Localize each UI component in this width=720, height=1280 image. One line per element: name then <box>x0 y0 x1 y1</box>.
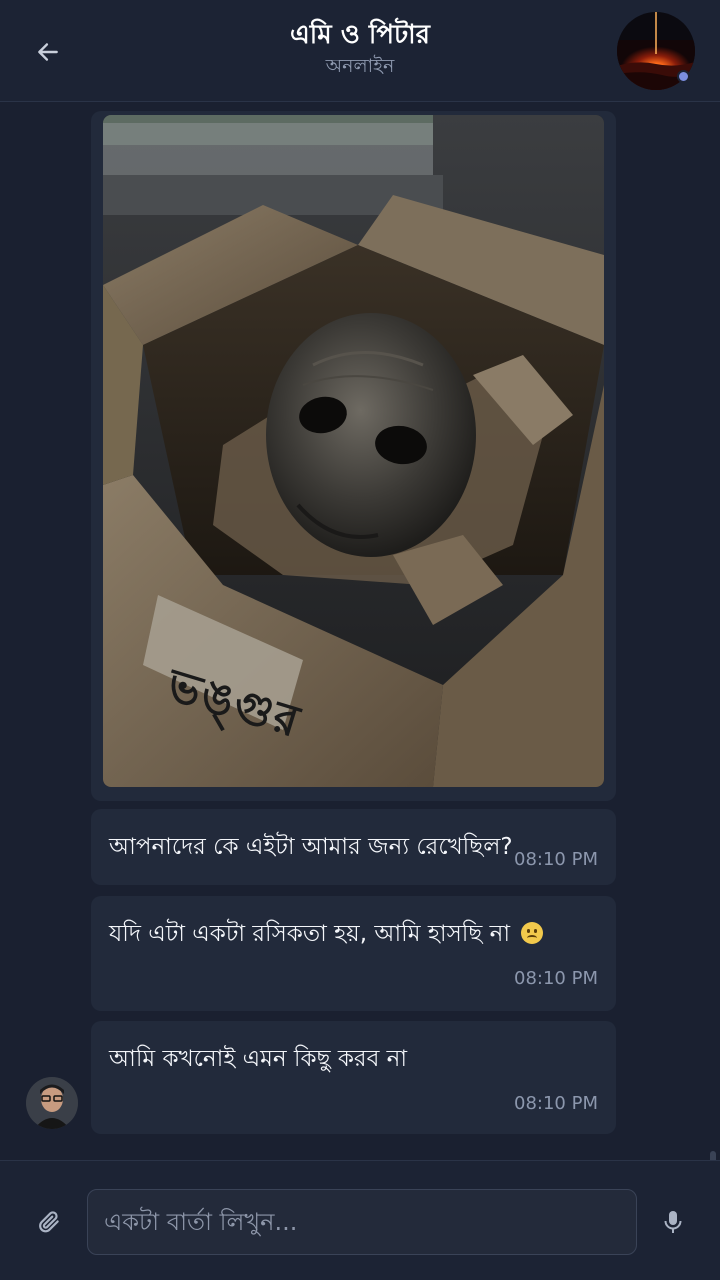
attach-button[interactable] <box>32 1205 66 1239</box>
arrow-left-icon <box>38 43 58 61</box>
message-bubble[interactable]: আপনাদের কে এইটা আমার জন্য রেখেছিল? 08:10… <box>91 809 616 885</box>
microphone-button[interactable] <box>656 1205 690 1239</box>
message-text: যদি এটা একটা রসিকতা হয়, আমি হাসছি না <box>109 921 511 947</box>
image-message[interactable]: ভঙ্গুর <box>91 111 616 801</box>
message-bubble[interactable]: যদি এটা একটা রসিকতা হয়, আমি হাসছি না 08… <box>91 896 616 1011</box>
back-button[interactable] <box>30 34 66 70</box>
message-composer <box>0 1160 720 1280</box>
message-text-wrap: যদি এটা একটা রসিকতা হয়, আমি হাসছি না <box>109 914 598 954</box>
chat-header: এমি ও পিটার অনলাইন <box>0 0 720 102</box>
message-text: আমি কখনোই এমন কিছু করব না <box>109 1046 408 1072</box>
message-bubble[interactable]: আমি কখনোই এমন কিছু করব না 08:10 PM <box>91 1021 616 1134</box>
message-time: 08:10 PM <box>514 1093 598 1114</box>
frowning-face-icon <box>521 922 544 944</box>
avatar-image <box>26 1077 78 1129</box>
shared-photo[interactable]: ভঙ্গুর <box>103 115 604 787</box>
online-status-dot <box>677 70 690 83</box>
sender-avatar[interactable] <box>26 1077 78 1129</box>
message-input[interactable] <box>87 1189 637 1255</box>
chat-title: এমি ও পিটার <box>290 20 430 50</box>
message-time: 08:10 PM <box>514 968 598 989</box>
message-time: 08:10 PM <box>514 849 598 870</box>
chat-status: অনলাইন <box>325 55 395 77</box>
paperclip-icon <box>39 1211 59 1233</box>
microphone-icon <box>664 1211 682 1233</box>
message-list[interactable]: ভঙ্গুর আপনাদের কে এইটা আমার জন্য রেখেছিল… <box>0 103 720 1261</box>
chat-title-block[interactable]: এমি ও পিটার অনলাইন <box>160 18 560 80</box>
